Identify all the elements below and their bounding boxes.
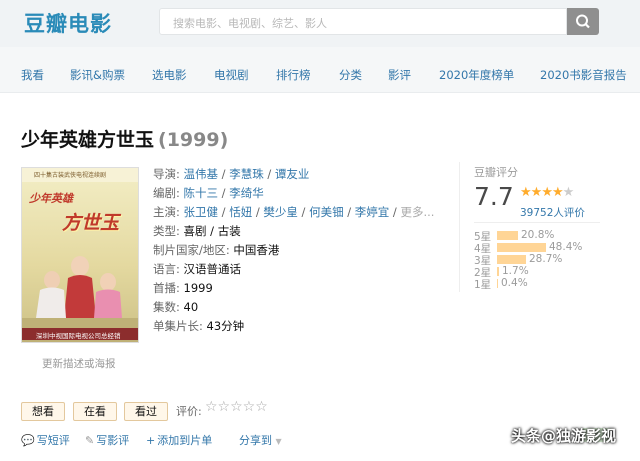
- poster-bottom-caption: 深圳中视国际电视公司总经销: [36, 332, 121, 340]
- watermark: 头条@独游影视: [511, 427, 617, 445]
- watching-button[interactable]: 在看: [73, 402, 117, 421]
- cast-more-link[interactable]: 更多...: [400, 205, 434, 219]
- search-input[interactable]: 搜索电影、电视剧、综艺、影人: [159, 8, 567, 35]
- nav-item-mine[interactable]: 我看: [21, 67, 44, 83]
- writer-label: 编剧:: [153, 186, 180, 200]
- writer-link[interactable]: 李绮华: [229, 186, 264, 200]
- info-genre: 类型: 喜剧 / 古装: [153, 223, 241, 239]
- info-language: 语言: 汉语普通话: [153, 261, 241, 277]
- site-logo[interactable]: 豆瓣电影: [24, 8, 112, 38]
- top-header: 豆瓣电影 搜索电影、电视剧、综艺、影人: [0, 0, 640, 47]
- episodes-value: 40: [183, 300, 199, 314]
- nav-item-annual-list[interactable]: 2020年度榜单: [439, 67, 514, 83]
- runtime-label: 单集片长:: [153, 319, 203, 333]
- nav-item-reviews[interactable]: 影评: [388, 67, 411, 83]
- info-runtime: 单集片长: 43分钟: [153, 318, 244, 334]
- star-icon: ★: [530, 185, 543, 200]
- rate-label: 评价:: [176, 405, 202, 418]
- poster-top-caption: 四十集古装武侠电视连续剧: [34, 172, 107, 179]
- update-poster-link[interactable]: 更新描述或海报: [42, 356, 116, 371]
- cast-link[interactable]: 李婷宜: [355, 205, 390, 219]
- info-cast: 主演: 张卫健 / 恬妞 / 樊少皇 / 何美钿 / 李婷宜 / 更多...: [153, 205, 435, 219]
- director-link[interactable]: 李慧珠: [229, 167, 264, 181]
- rating-panel: 豆瓣评分 7.7 ★★★★★ 39752人评价 5星 20.8% 4星 48.4% 3星…: [459, 162, 600, 292]
- info-country: 制片国家/地区: 中国香港: [153, 242, 279, 258]
- nav-item-tv[interactable]: 电视剧: [214, 67, 249, 83]
- nav-item-explore-movies[interactable]: 选电影: [152, 67, 187, 83]
- rating-percent: 20.8%: [521, 229, 555, 241]
- rating-bar: [497, 255, 526, 264]
- rating-percent: 0.4%: [501, 277, 528, 289]
- star-icon: ★: [520, 185, 532, 200]
- info-director: 导演: 温伟基 / 李慧珠 / 谭友业: [153, 167, 310, 181]
- cast-link[interactable]: 恬妞: [229, 205, 252, 219]
- director-link[interactable]: 谭友业: [275, 167, 310, 181]
- nav-bar: 我看 影讯&购票 选电影 电视剧 排行榜 分类 影评 2020年度榜单 2020…: [0, 47, 640, 93]
- rating-bar: [497, 243, 546, 252]
- star-icon: ★: [562, 185, 575, 200]
- pencil-icon: ✎: [85, 434, 95, 447]
- rating-percent: 1.7%: [502, 265, 529, 277]
- poster-calligraphy-big: 方世玉: [62, 212, 120, 234]
- rating-label: 豆瓣评分: [474, 166, 518, 179]
- star-icon: ★: [541, 185, 553, 200]
- premiere-label: 首播:: [153, 281, 180, 295]
- cast-link[interactable]: 樊少皇: [263, 205, 298, 219]
- movie-year: (1999): [158, 129, 229, 151]
- director-label: 导演:: [153, 167, 180, 181]
- nav-item-showtimes[interactable]: 影讯&购票: [70, 67, 125, 83]
- rating-bar: [497, 267, 499, 276]
- info-premiere: 首播: 1999: [153, 280, 213, 296]
- nav-item-annual-report[interactable]: 2020书影音报告: [540, 67, 627, 83]
- star-level-label: 1星: [474, 279, 492, 291]
- add-to-list-link[interactable]: + 添加到片单: [146, 432, 212, 448]
- premiere-value: 1999: [183, 281, 213, 295]
- cast-link[interactable]: 张卫健: [184, 205, 219, 219]
- star-icon: ★: [551, 185, 564, 200]
- info-episodes: 集数: 40: [153, 299, 198, 315]
- genre-label: 类型:: [153, 224, 180, 238]
- share-dropdown[interactable]: 分享到 ▼: [239, 432, 282, 448]
- rating-divider: [474, 222, 600, 223]
- comment-icon: 💬: [21, 434, 35, 447]
- episodes-label: 集数:: [153, 300, 180, 314]
- genre-value: 喜剧 / 古装: [183, 224, 241, 238]
- rating-percent: 48.4%: [549, 241, 583, 253]
- rating-bar: [497, 231, 518, 240]
- watched-button[interactable]: 看过: [124, 402, 168, 421]
- search-placeholder: 搜索电影、电视剧、综艺、影人: [173, 17, 327, 30]
- rating-stars: ★★★★★: [520, 185, 575, 200]
- rating-count-link[interactable]: 39752人评价: [520, 205, 585, 220]
- search-button[interactable]: [567, 8, 599, 35]
- cast-link[interactable]: 何美钿: [309, 205, 344, 219]
- search-icon: [576, 14, 590, 29]
- write-short-review-link[interactable]: 💬 写短评: [21, 432, 70, 448]
- rating-percent: 28.7%: [529, 253, 563, 265]
- runtime-value: 43分钟: [206, 319, 245, 333]
- chevron-down-icon: ▼: [275, 437, 282, 446]
- cast-label: 主演:: [153, 205, 180, 219]
- country-label: 制片国家/地区:: [153, 243, 230, 257]
- rating-score: 7.7: [474, 182, 514, 211]
- language-label: 语言:: [153, 262, 180, 276]
- country-value: 中国香港: [233, 243, 280, 257]
- plus-icon: +: [146, 434, 156, 447]
- language-value: 汉语普通话: [183, 262, 242, 276]
- writer-link[interactable]: 陈十三: [184, 186, 219, 200]
- rate-star-input[interactable]: ☆☆☆☆☆: [205, 399, 268, 415]
- want-to-watch-button[interactable]: 想看: [21, 402, 65, 421]
- info-writer: 编剧: 陈十三 / 李绮华: [153, 186, 264, 200]
- poster-image[interactable]: 四十集古装武侠电视连续剧 少年英雄 方世玉 深圳中视国际电视公司总经销: [21, 167, 139, 343]
- page-title: 少年英雄方世玉 (1999): [21, 125, 228, 152]
- write-review-link[interactable]: ✎ 写影评: [85, 432, 129, 448]
- nav-item-charts[interactable]: 排行榜: [276, 67, 311, 83]
- rating-bar: [497, 279, 498, 288]
- nav-item-categories[interactable]: 分类: [339, 67, 362, 83]
- movie-title: 少年英雄方世玉: [21, 129, 155, 151]
- poster-calligraphy-small: 少年英雄: [29, 192, 73, 205]
- director-link[interactable]: 温伟基: [184, 167, 219, 181]
